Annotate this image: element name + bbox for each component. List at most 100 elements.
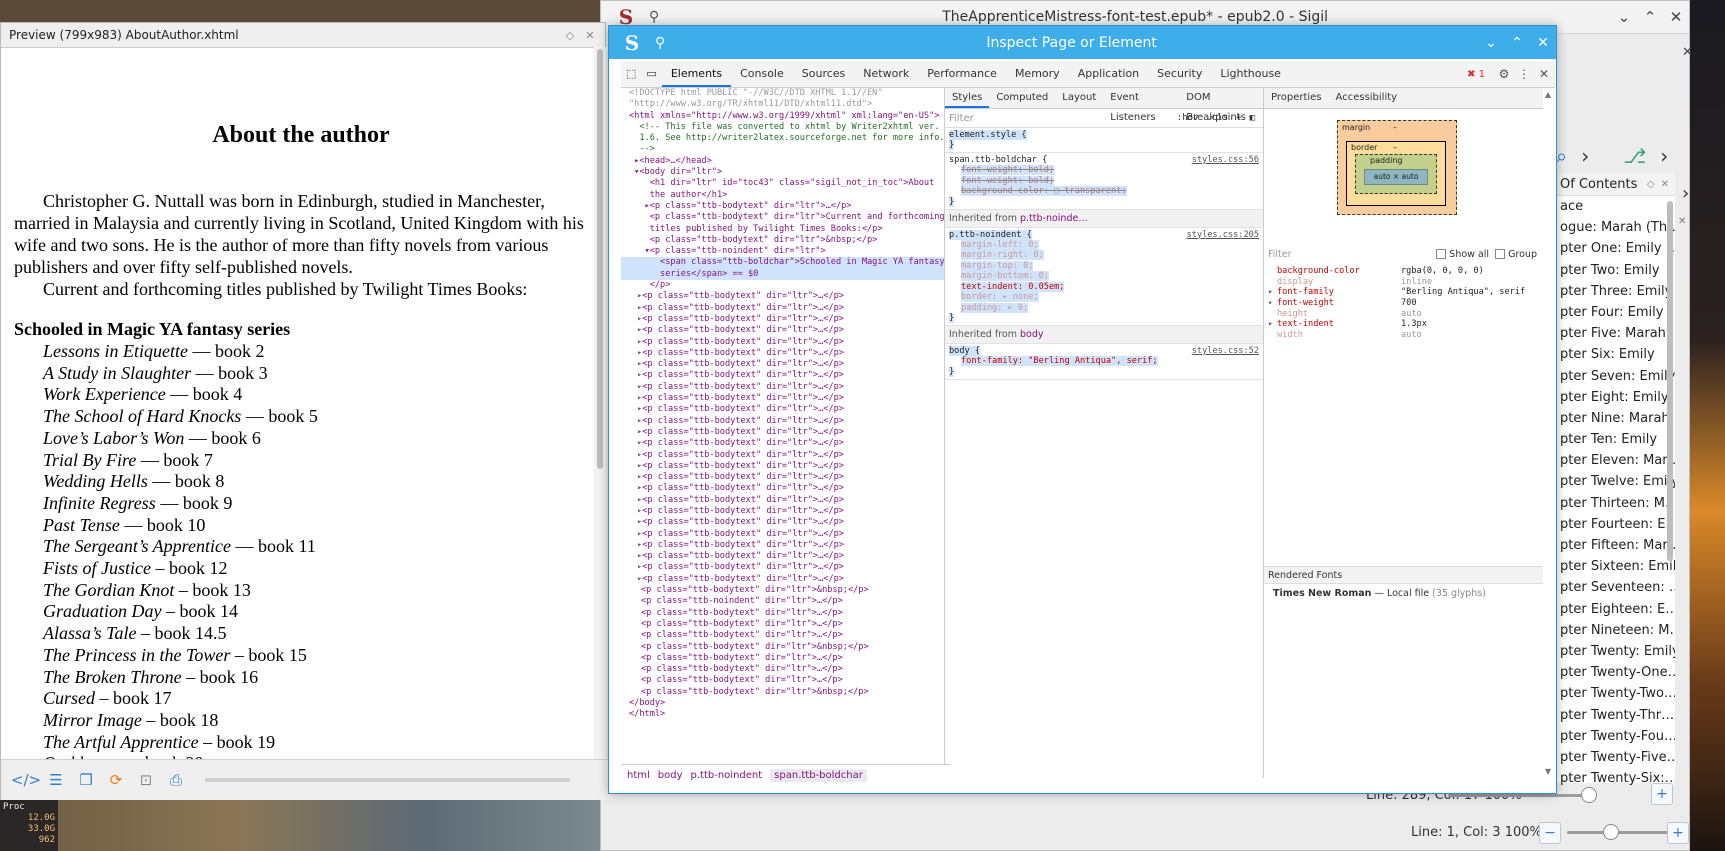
toc-item[interactable]: pter Nineteen: M… [1557,620,1675,641]
minimize-button[interactable]: ⌄ [1611,8,1637,26]
tab-performance[interactable]: Performance [918,61,1006,87]
dom-node[interactable]: ▸<p class="ttb-bodytext" dir="ltr">…</p> [621,291,944,302]
float-icon[interactable]: ◇ [1647,179,1655,190]
css-rule[interactable]: styles.css:205 p.ttb-noindent { margin-le… [945,228,1263,326]
dom-node[interactable]: ▸<p class="ttb-bodytext" dir="ltr">…</p> [621,438,944,449]
dom-node[interactable]: <h1 dir="ltr" id="toc43" class="sigil_no… [621,178,944,189]
css-rule[interactable]: styles.css:56 span.ttb-boldchar { font-we… [945,153,1263,210]
devtools-scrollbar[interactable]: ▲ ▼ [1543,88,1555,778]
dom-node[interactable]: <p class="ttb-bodytext" dir="ltr">&nbsp;… [621,585,944,596]
dom-node[interactable]: </body> [621,698,944,709]
zoom-slider-track[interactable] [1567,831,1677,834]
tab-security[interactable]: Security [1148,61,1211,87]
breadcrumb-item[interactable]: p.ttb-noindent [691,770,763,781]
tab-properties[interactable]: Properties [1264,88,1329,108]
close-icon[interactable]: ✕ [583,29,597,42]
dom-node[interactable]: </html> [621,709,944,720]
dom-node[interactable]: </p> [621,280,944,291]
computed-property-row[interactable]: ▸ font-weight 700 [1264,298,1543,309]
maximize-button[interactable]: ⌃ [1504,35,1530,51]
pin-icon[interactable]: ⚲ [649,9,659,25]
toc-item[interactable]: pter Twelve: Emily [1557,471,1675,492]
dom-node[interactable]: ▸<p class="ttb-bodytext" dir="ltr">…</p> [621,461,944,472]
tab-layout[interactable]: Layout [1055,88,1103,108]
print-icon[interactable]: ⎙ [165,769,187,791]
css-rule-element-style[interactable]: element.style { } [945,128,1263,153]
scroll-down-icon[interactable]: ▼ [1545,767,1551,776]
add-rule-icon[interactable]: + [1236,113,1241,123]
close-icon[interactable]: ✕ [1535,67,1553,81]
dom-node[interactable]: "http://www.w3.org/TR/xhtml11/DTD/xhtml1… [621,99,944,110]
dom-node[interactable]: ▸<p class="ttb-bodytext" dir="ltr">…</p> [621,574,944,585]
computed-property-row[interactable]: ▸ font-family "Berling Antiqua", serif [1264,287,1543,298]
computed-filter-input[interactable]: Filter [1268,249,1430,260]
dom-node[interactable]: ▾<p class="ttb-noindent" dir="ltr"> [621,246,944,257]
toc-item[interactable]: pter Eight: Emily [1557,387,1675,408]
toc-scrollbar[interactable] [1667,201,1673,561]
expand-icon[interactable]: ▸ [1268,319,1273,329]
tab-sources[interactable]: Sources [793,61,855,87]
styles-filter-input[interactable]: Filter [949,113,1177,124]
computed-property-row[interactable]: display inline [1264,277,1543,288]
dom-node-selected[interactable]: <span class="ttb-boldchar">Schooled in M… [621,257,944,269]
preview-zoom-slider[interactable] [205,778,570,782]
toc-item[interactable]: pter Ten: Emily [1557,429,1675,450]
toc-item[interactable]: ogue: Marah (Th… [1557,217,1675,238]
css-property[interactable]: background-color: ▢ transparent; [949,186,1259,197]
toc-item[interactable]: pter Six: Emily [1557,344,1675,365]
dom-node[interactable]: ▸<p class="ttb-bodytext" dir="ltr">…</p> [621,551,944,562]
tree-icon[interactable]: ⎇ [1623,144,1646,168]
close-button[interactable]: ✕ [1663,8,1689,26]
cls-toggle[interactable]: .cls [1206,113,1228,123]
dom-node[interactable]: ▸<p class="ttb-bodytext" dir="ltr">…</p> [621,393,944,404]
toc-item[interactable]: ace [1557,196,1675,217]
dom-node[interactable]: ▾<body dir="ltr"> [621,167,944,178]
dom-node[interactable]: ▸<p class="ttb-bodytext" dir="ltr">…</p> [621,314,944,325]
toc-item[interactable]: pter Nine: Marah [1557,408,1675,429]
rule-source-link[interactable]: styles.css:205 [1187,230,1259,240]
pin-icon[interactable]: ⚲ [655,35,665,51]
tab-dom-breakpoints[interactable]: DOM Breakpoints [1179,88,1263,123]
dom-node[interactable]: ▸<p class="ttb-bodytext" dir="ltr">…</p> [621,416,944,427]
dom-node[interactable]: <p class="ttb-bodytext" dir="ltr">&nbsp;… [621,687,944,698]
tab-elements[interactable]: Elements [661,61,732,87]
toc-item[interactable]: pter Seven: Emily [1557,366,1675,387]
toc-item[interactable]: pter Twenty-Five… [1557,747,1675,768]
dom-node[interactable]: <p class="ttb-bodytext" dir="ltr">…</p> [621,653,944,664]
dom-node[interactable]: ▸<p class="ttb-bodytext" dir="ltr">…</p> [621,348,944,359]
tab-application[interactable]: Application [1069,61,1148,87]
computed-property-row[interactable]: ▸ text-indent 1.3px [1264,319,1543,330]
dom-node[interactable]: ▸<p class="ttb-bodytext" dir="ltr">…</p> [621,303,944,314]
chevron-right-icon[interactable]: › [1682,183,1689,204]
css-property[interactable]: margin-bottom: 0; [949,271,1259,282]
dom-node[interactable]: <p class="ttb-noindent" dir="ltr">…</p> [621,596,944,607]
zoom-out-button[interactable]: − [1539,822,1561,844]
dom-node[interactable]: <p class="ttb-bodytext" dir="ltr">Curren… [621,212,944,223]
dom-node[interactable]: ▸<p class="ttb-bodytext" dir="ltr">…</p> [621,562,944,573]
toc-item[interactable]: pter Twenty-Fou… [1557,726,1675,747]
dom-node[interactable]: ▸<p class="ttb-bodytext" dir="ltr">…</p> [621,483,944,494]
tab-styles[interactable]: Styles [945,88,990,108]
tab-memory[interactable]: Memory [1006,61,1069,87]
zoom-in-button[interactable]: + [1667,822,1689,844]
dom-node[interactable]: ▸<p class="ttb-bodytext" dir="ltr">…</p> [621,517,944,528]
dom-node[interactable]: <p class="ttb-bodytext" dir="ltr">…</p> [621,630,944,641]
dom-node[interactable]: the author</h1> [621,190,944,201]
tab-lighthouse[interactable]: Lighthouse [1211,61,1290,87]
show-all-checkbox[interactable] [1436,249,1447,259]
toc-item[interactable]: pter Thirteen: M… [1557,493,1675,514]
preview-scrollbar[interactable] [594,47,606,759]
scrollbar-thumb[interactable] [597,49,603,469]
dom-node[interactable]: ▸<p class="ttb-bodytext" dir="ltr">…</p> [621,359,944,370]
group-checkbox[interactable] [1495,249,1506,259]
dom-node[interactable]: ▸<p class="ttb-bodytext" dir="ltr">…</p> [621,370,944,381]
dom-node[interactable]: 1.6. See http://writer2latex.sourceforge… [621,133,944,144]
dom-node[interactable]: <p class="ttb-bodytext" dir="ltr">…</p> [621,675,944,686]
panel-close-icon[interactable]: ✕ [1682,45,1693,60]
css-property[interactable]: margin-top: 0; [949,260,1259,272]
css-property[interactable]: font-family: "Berling Antiqua", serif; [949,356,1259,367]
toc-item[interactable]: pter Fifteen: Mar… [1557,535,1675,556]
dom-node[interactable]: ▸<head>…</head> [621,156,944,167]
code-icon[interactable]: </> [11,769,41,791]
breadcrumb-item[interactable]: body [658,770,683,781]
